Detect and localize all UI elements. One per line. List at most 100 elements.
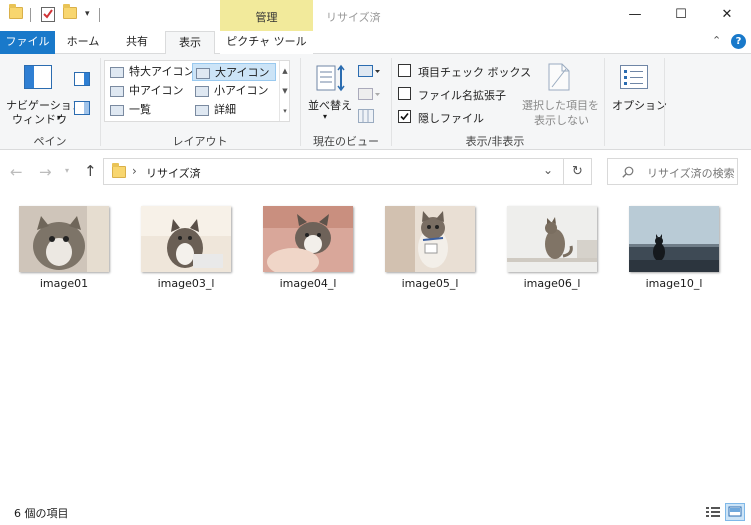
file-extensions-label[interactable]: ファイル名拡張子 (418, 87, 506, 103)
recent-locations-icon[interactable]: ▾ (65, 166, 69, 175)
minimize-button[interactable]: — (612, 0, 658, 31)
group-label-pane: ペイン (33, 135, 67, 148)
dropdown-arrow-icon[interactable]: ▾ (323, 112, 327, 121)
close-button[interactable]: ✕ (704, 0, 750, 31)
back-arrow-icon[interactable]: ← (10, 163, 23, 181)
layout-large-icons[interactable]: 大アイコン (192, 63, 276, 81)
breadcrumb-folder[interactable]: リサイズ済 (146, 165, 201, 181)
properties-icon[interactable] (41, 6, 55, 25)
navigation-pane-icon[interactable] (24, 65, 52, 92)
small-icons-icon (195, 86, 209, 97)
file-name[interactable]: image03_l (131, 277, 241, 290)
ribbon-tabs: ファイル ホーム 共有 表示 ピクチャ ツール ⌃ ? (0, 31, 751, 55)
refresh-button[interactable]: ↻ (564, 158, 592, 185)
details-view-icon[interactable] (704, 504, 722, 520)
folder-icon[interactable] (9, 4, 23, 19)
file-extensions-checkbox[interactable] (398, 87, 411, 100)
tab-picture-tools[interactable]: ピクチャ ツール (220, 31, 313, 54)
file-name[interactable]: image04_l (253, 277, 363, 290)
file-item[interactable] (139, 204, 233, 274)
hidden-items-label[interactable]: 隠しファイル (418, 110, 484, 126)
item-checkboxes-checkbox[interactable] (398, 64, 411, 77)
window-title: リサイズ済 (326, 11, 381, 24)
extra-large-icons-icon (110, 67, 124, 78)
breadcrumb-separator[interactable]: › (132, 164, 137, 178)
hide-selected-label[interactable]: 選択した項目を (522, 97, 599, 113)
tab-home[interactable]: ホーム (60, 31, 106, 54)
tab-file[interactable]: ファイル (0, 31, 55, 54)
customize-qat-icon[interactable]: ▾ (85, 9, 90, 19)
tab-view[interactable]: 表示 (165, 31, 215, 55)
image-thumbnail (385, 206, 475, 272)
search-icon (622, 166, 634, 178)
help-icon[interactable]: ? (731, 34, 746, 49)
group-separator (391, 58, 392, 146)
cat-photo-icon (141, 206, 231, 272)
file-name[interactable]: image05_l (375, 277, 485, 290)
large-icons-view-icon[interactable] (725, 503, 745, 521)
layout-item-label: 特大アイコン (129, 65, 195, 78)
options-label[interactable]: オプション (612, 97, 667, 113)
layout-item-label: 詳細 (214, 103, 236, 116)
layout-item-label: 中アイコン (129, 84, 184, 97)
layout-details[interactable]: 詳細 (192, 101, 276, 119)
size-columns-icon (358, 109, 374, 126)
file-item[interactable] (627, 204, 721, 274)
file-item[interactable] (383, 204, 477, 274)
address-bar[interactable]: › リサイズ済 ⌄ (103, 158, 564, 185)
search-placeholder: リサイズ済の検索 (647, 167, 735, 180)
address-dropdown-icon[interactable]: ⌄ (543, 163, 553, 177)
hide-selected-icon[interactable] (548, 63, 570, 94)
file-name[interactable]: image01 (9, 277, 119, 290)
search-box[interactable]: リサイズ済の検索 (607, 158, 738, 185)
medium-icons-icon (110, 86, 124, 97)
context-tab-label: 管理 (255, 11, 278, 24)
item-checkboxes-label[interactable]: 項目チェック ボックス (418, 64, 531, 80)
file-item[interactable] (505, 204, 599, 274)
large-icons-icon (196, 68, 210, 79)
group-separator (664, 58, 665, 146)
list-icon (110, 105, 124, 116)
image-thumbnail (19, 206, 109, 272)
preview-pane-icon[interactable] (74, 72, 90, 89)
title-bar: ▾ 管理 リサイズ済 — ☐ ✕ (0, 0, 751, 31)
layout-extra-large-icons[interactable]: 特大アイコン (107, 63, 195, 81)
layout-gallery: 特大アイコン 大アイコン 中アイコン 小アイコン 一覧 詳細 ▲ ▼ ▾ (104, 60, 290, 122)
group-by-icon[interactable] (358, 64, 380, 81)
file-item[interactable] (261, 204, 355, 274)
options-icon[interactable] (620, 65, 648, 92)
folder-icon (112, 163, 126, 178)
maximize-button[interactable]: ☐ (658, 0, 704, 31)
layout-item-label: 一覧 (129, 103, 151, 116)
layout-medium-icons[interactable]: 中アイコン (107, 82, 191, 100)
cat-photo-icon (385, 206, 475, 272)
refresh-icon: ↻ (572, 164, 583, 179)
dropdown-arrow-icon[interactable]: ▾ (57, 113, 61, 122)
sort-by-label[interactable]: 並べ替え (308, 97, 352, 113)
new-folder-icon[interactable] (63, 4, 77, 19)
group-separator (100, 58, 101, 146)
sort-by-icon[interactable] (316, 64, 346, 95)
image-thumbnail (507, 206, 597, 272)
hidden-items-checkbox[interactable] (398, 110, 411, 123)
details-pane-icon[interactable] (74, 101, 90, 118)
group-separator (604, 58, 605, 146)
add-columns-icon (358, 87, 380, 104)
cat-photo-icon (263, 206, 353, 272)
layout-item-label: 大アイコン (215, 66, 270, 79)
group-label-show-hide: 表示/非表示 (465, 135, 525, 148)
collapse-ribbon-icon[interactable]: ⌃ (712, 34, 721, 47)
tab-share[interactable]: 共有 (114, 31, 160, 54)
layout-list[interactable]: 一覧 (107, 101, 191, 119)
forward-arrow-icon[interactable]: → (39, 163, 52, 181)
minimize-icon: — (628, 7, 642, 22)
layout-gallery-scroll[interactable]: ▲ ▼ ▾ (279, 61, 290, 121)
hide-selected-label-2[interactable]: 表示しない (534, 112, 589, 128)
layout-small-icons[interactable]: 小アイコン (192, 82, 276, 100)
file-name[interactable]: image10_l (619, 277, 729, 290)
file-item[interactable] (17, 204, 111, 274)
file-name[interactable]: image06_l (497, 277, 607, 290)
cat-photo-icon (629, 206, 719, 272)
group-label-current-view: 現在のビュー (313, 135, 379, 148)
up-arrow-icon[interactable]: ↑ (84, 162, 97, 180)
